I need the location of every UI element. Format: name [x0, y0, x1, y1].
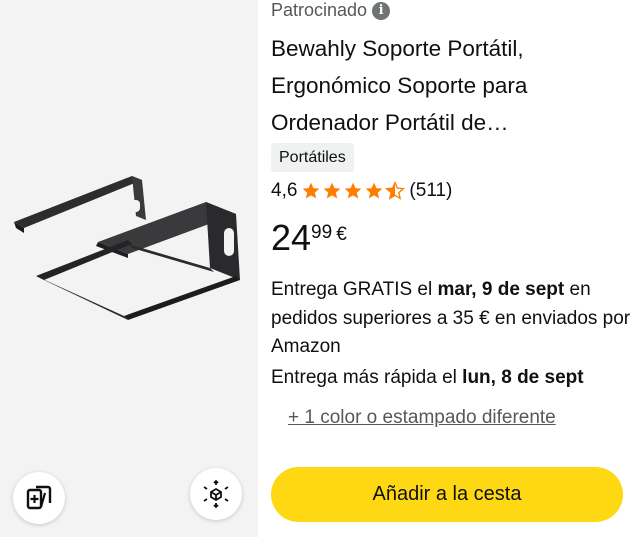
review-count[interactable]: (511): [409, 180, 452, 202]
delivery-date: mar, 9 de sept: [437, 279, 565, 300]
variants-link[interactable]: + 1 color o estampado diferente: [288, 407, 556, 429]
add-to-cart-button[interactable]: Añadir a la cesta: [271, 467, 623, 522]
delivery-info: Entrega GRATIS el mar, 9 de sept en pedi…: [271, 276, 631, 362]
half-star-icon: [385, 181, 406, 200]
star-icon: [366, 182, 383, 199]
rating-row[interactable]: 4,6 (511): [271, 180, 452, 202]
price-whole: 24: [271, 217, 312, 258]
star-icon: [303, 182, 320, 199]
product-image[interactable]: [8, 170, 253, 335]
compare-button[interactable]: [13, 472, 65, 524]
fast-delivery-prefix: Entrega más rápida el: [271, 367, 463, 388]
view-3d-button[interactable]: [190, 468, 242, 520]
category-badge: Portátiles: [271, 143, 354, 172]
price-currency: €: [336, 224, 347, 245]
product-title[interactable]: Bewahly Soporte Portátil, Ergonómico Sop…: [271, 30, 631, 141]
compare-icon: [26, 485, 52, 510]
star-icon: [324, 182, 341, 199]
price-fraction: 99: [311, 222, 333, 243]
fast-delivery-date: lun, 8 de sept: [462, 367, 584, 388]
star-rating: [301, 181, 406, 201]
price: 24 99 €: [271, 218, 347, 258]
star-icon: [345, 182, 362, 199]
product-image-panel[interactable]: [0, 0, 258, 537]
sponsored-label[interactable]: Patrocinado i: [271, 0, 391, 21]
fast-delivery-info: Entrega más rápida el lun, 8 de sept: [271, 367, 584, 389]
sponsored-text: Patrocinado: [271, 0, 368, 20]
info-icon[interactable]: i: [372, 1, 391, 20]
rating-value: 4,6: [271, 180, 298, 201]
delivery-prefix: Entrega GRATIS el: [271, 279, 438, 300]
view-3d-icon: [203, 479, 229, 509]
